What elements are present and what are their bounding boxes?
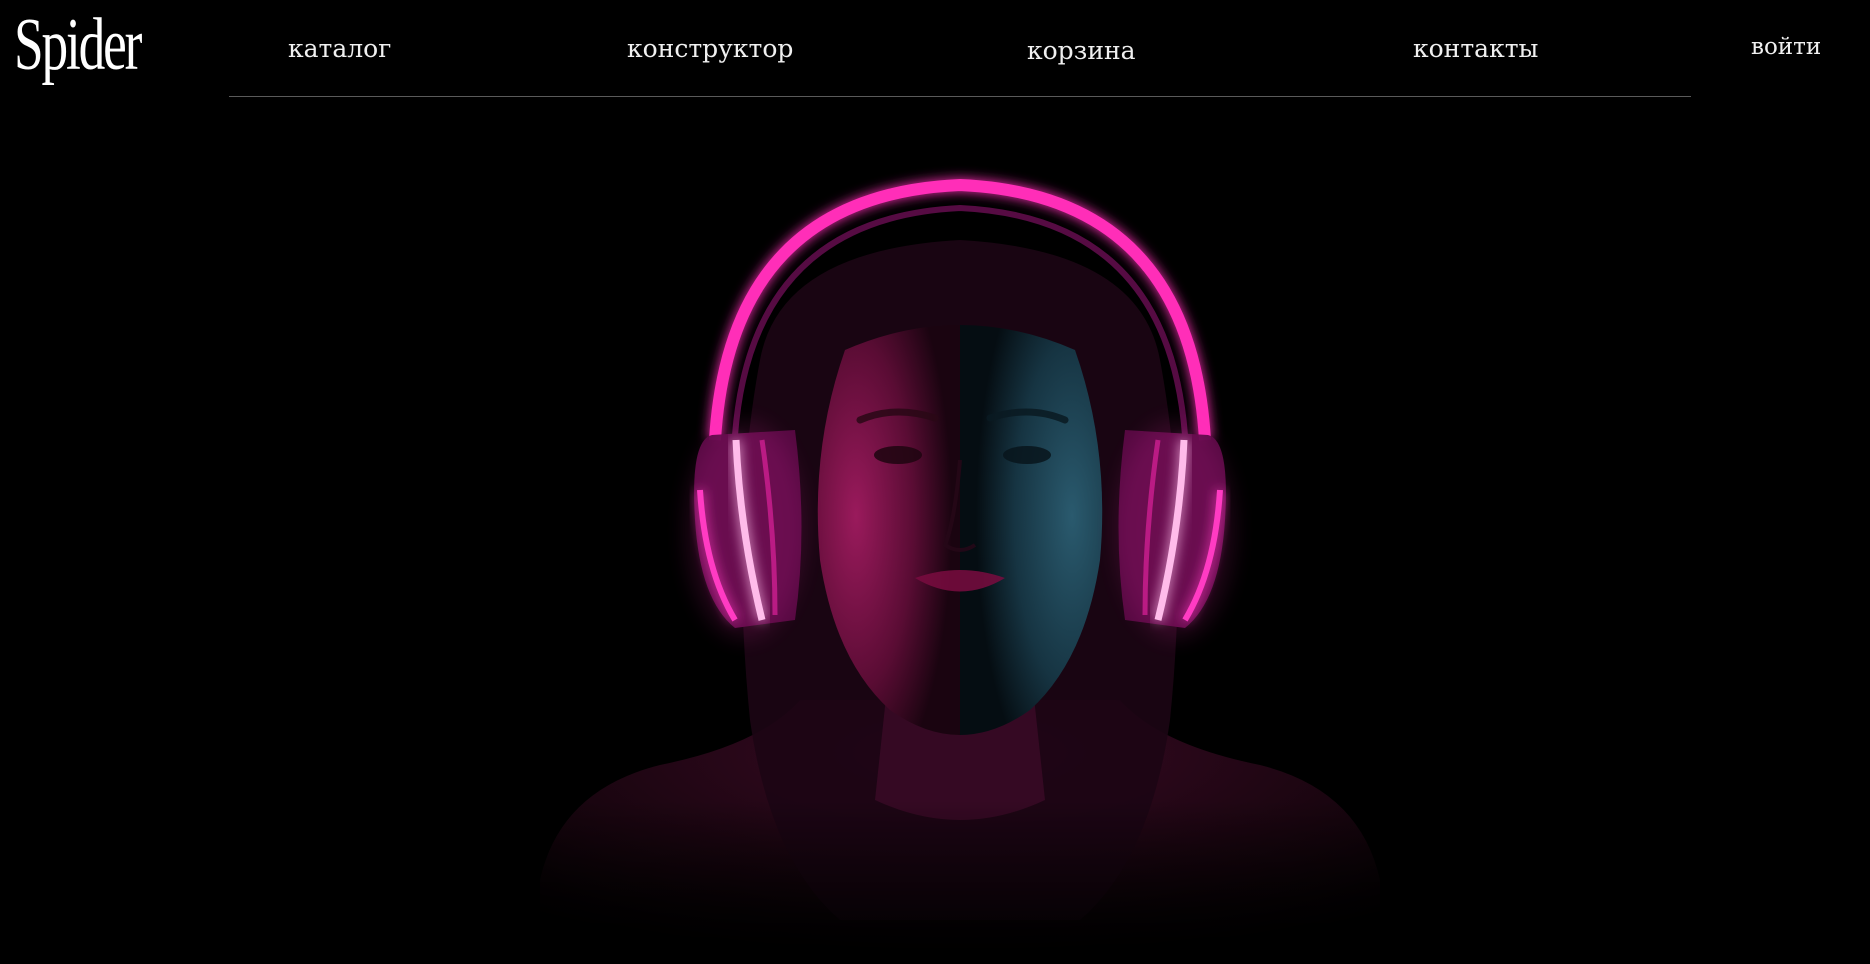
login-link[interactable]: войти	[1751, 30, 1821, 64]
nav-divider	[229, 96, 1691, 97]
nav-link-contacts[interactable]: контакты	[1413, 32, 1538, 66]
site-logo[interactable]: Spider	[14, 0, 142, 90]
hero-section	[0, 100, 1870, 964]
nav-link-cart[interactable]: корзина	[1027, 34, 1136, 68]
nav-link-catalog[interactable]: каталог	[288, 32, 391, 66]
site-header: Spider каталог конструктор корзина конта…	[0, 0, 1870, 100]
hero-photo-woman-headphones	[0, 178, 1870, 964]
nav-link-constructor[interactable]: конструктор	[627, 32, 793, 66]
page: Spider каталог конструктор корзина конта…	[0, 0, 1870, 964]
